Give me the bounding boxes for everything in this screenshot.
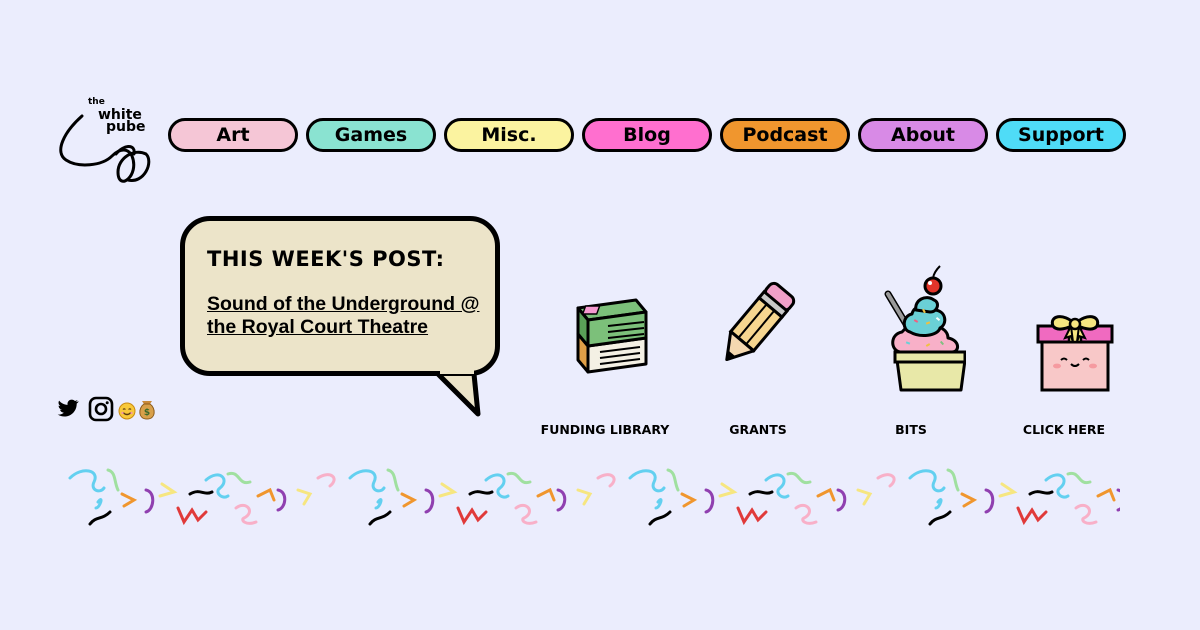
feature-funding-library[interactable]: FUNDING LIBRARY: [530, 272, 680, 437]
nav-podcast[interactable]: Podcast: [720, 118, 850, 152]
feature-label-click-here: CLICK HERE: [1022, 422, 1106, 437]
nav-support[interactable]: Support: [996, 118, 1126, 152]
main-nav: Art Games Misc. Blog Podcast About Suppo…: [168, 118, 1128, 152]
squiggle-divider: [68, 468, 1120, 526]
smiley-icon[interactable]: [118, 402, 136, 420]
post-link[interactable]: Sound of the Underground @ the Royal Cou…: [207, 293, 497, 339]
pencil-icon: [725, 281, 796, 362]
gift-icon: [1036, 315, 1114, 392]
books-icon: [576, 298, 648, 374]
feature-grants[interactable]: GRANTS: [683, 272, 833, 437]
post-heading: THIS WEEK'S POST:: [207, 247, 445, 271]
feature-click-here[interactable]: CLICK HERE: [989, 272, 1139, 437]
instagram-icon[interactable]: [88, 396, 114, 422]
bubble-tail-cover: [440, 366, 474, 374]
svg-text:$: $: [144, 408, 150, 418]
money-bag-icon[interactable]: $: [138, 400, 156, 420]
feature-label-funding-library: FUNDING LIBRARY: [540, 422, 670, 437]
logo-text-pube: pube: [106, 119, 146, 135]
twitter-icon[interactable]: [56, 396, 80, 420]
nav-art[interactable]: Art: [168, 118, 298, 152]
feature-label-grants: GRANTS: [729, 422, 787, 437]
nav-misc[interactable]: Misc.: [444, 118, 574, 152]
logo-text-the: the: [88, 97, 105, 107]
nav-games[interactable]: Games: [306, 118, 436, 152]
nav-about[interactable]: About: [858, 118, 988, 152]
site-logo[interactable]: the white pube: [54, 96, 166, 188]
ice-cream-icon: [884, 265, 966, 392]
feature-bits[interactable]: BITS: [836, 265, 986, 437]
nav-blog[interactable]: Blog: [582, 118, 712, 152]
feature-label-bits: BITS: [895, 422, 927, 437]
this-weeks-post-bubble: THIS WEEK'S POST: Sound of the Undergrou…: [180, 216, 500, 376]
